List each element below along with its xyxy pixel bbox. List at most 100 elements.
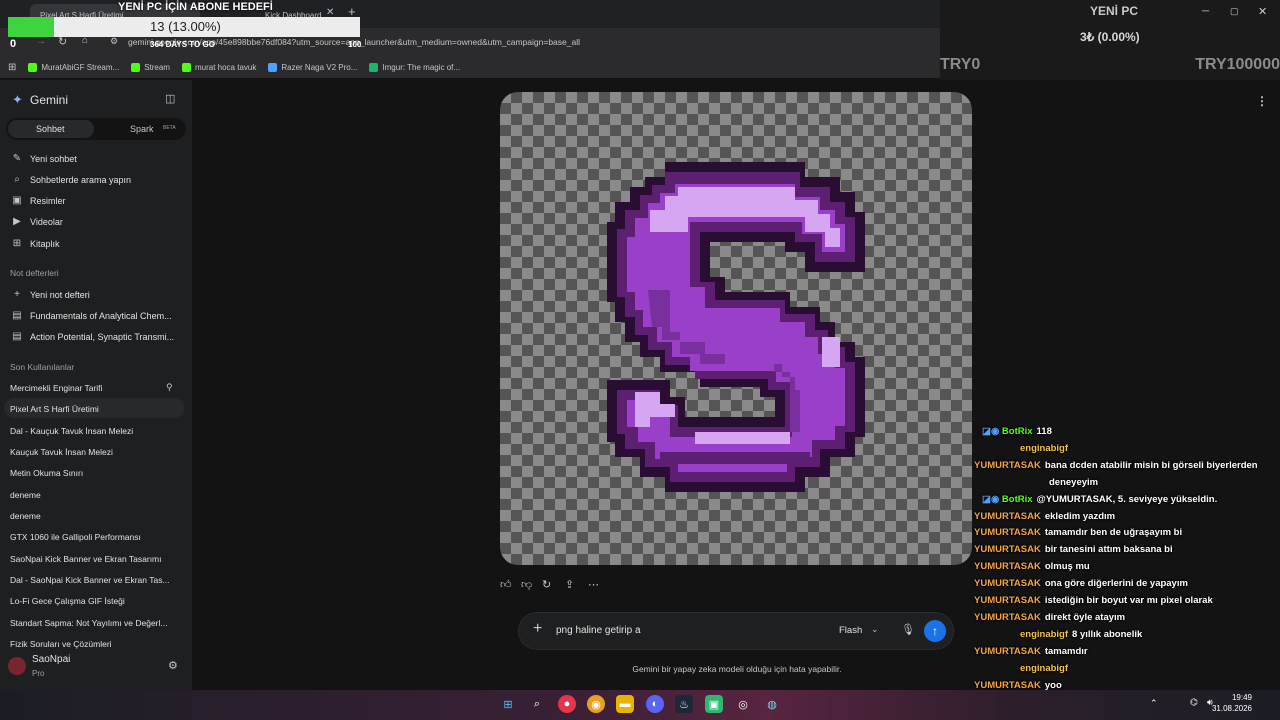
recent-chat-item[interactable]: Mercimekli Enginar Tarifi (10, 383, 102, 393)
chat-username[interactable]: YUMURTASAK (974, 460, 1041, 471)
chat-text: bana dcden atabilir misin bi görseli biy… (1044, 459, 1258, 471)
send-button[interactable]: ↑ (924, 620, 946, 642)
thumbs-down-icon[interactable]: 👎︎ (521, 578, 532, 591)
chat-text: istediğin bir boyut var mı pixel olarak (1044, 595, 1213, 606)
avatar[interactable] (8, 657, 26, 675)
new-chat-button[interactable]: ✎ Yeni sohbet (12, 153, 77, 164)
chat-username[interactable]: enginabigf (1020, 629, 1068, 640)
clock-time: 19:49 (1231, 693, 1252, 702)
chat-username[interactable]: YUMURTASAK (974, 544, 1041, 555)
chat-username[interactable]: YUMURTASAK (974, 612, 1041, 623)
model-selector[interactable]: Flash (839, 625, 862, 636)
search-icon[interactable]: ⌕ (528, 695, 546, 713)
bookmark-item[interactable]: Razer Naga V2 Pro... (268, 62, 357, 72)
recent-chat-item[interactable]: deneme (10, 511, 41, 521)
chat-text: direkt öyle atayım (1044, 611, 1126, 623)
images-button[interactable]: ▣ Resimler (12, 195, 65, 206)
chat-text: tamamdır ben de uğraşayım bi (1044, 527, 1183, 539)
recent-chat-item[interactable]: deneme (10, 490, 41, 500)
chat-username[interactable]: BotRix (1002, 426, 1033, 437)
bookmark-item[interactable]: MuratAbiGF Stream... (28, 62, 119, 72)
chat-username[interactable]: YUMURTASAK (974, 680, 1041, 691)
chat-username[interactable]: YUMURTASAK (974, 646, 1041, 657)
app-title: Gemini (30, 93, 69, 107)
recent-chat-item[interactable]: SaoNpai Kick Banner ve Ekran Tasarımı (10, 554, 162, 564)
donation-title: YENİ PC (1090, 4, 1139, 18)
recent-chat-item[interactable]: Kauçuk Tavuk İnsan Melezi (10, 447, 113, 457)
apps-icon[interactable]: ⊞ (8, 62, 16, 73)
chat-username[interactable]: YUMURTASAK (974, 595, 1041, 606)
recent-chat-item[interactable]: Metin Okuma Sınırı (10, 468, 83, 478)
new-notebook-button[interactable]: + Yeni not defteri (12, 289, 90, 300)
taskbar-clock[interactable]: 19:49 31.08.2026 (1212, 692, 1252, 714)
xbox-icon[interactable]: ▣ (705, 695, 723, 713)
sidebar-toggle-icon[interactable]: ◫ (165, 92, 175, 105)
chat-text: bir tanesini attım baksana bi (1044, 544, 1173, 556)
settings-gear-icon[interactable]: ⚙ (168, 659, 178, 672)
videos-button[interactable]: ▶ Videolar (12, 216, 63, 227)
chat-username[interactable]: YUMURTASAK (974, 578, 1041, 589)
site-info-icon[interactable]: ⚙ (110, 36, 118, 47)
add-attachment-icon[interactable]: + (533, 620, 542, 638)
chat-username[interactable]: enginabigf (1020, 443, 1068, 454)
forward-icon[interactable]: → (36, 36, 46, 47)
chat-username[interactable]: YUMURTASAK (974, 527, 1041, 538)
recent-heading: Son Kullanılanlar (10, 362, 75, 372)
generated-image[interactable] (500, 92, 972, 565)
chat-username[interactable]: BotRix (1002, 494, 1033, 505)
chat-username[interactable]: YUMURTASAK (974, 561, 1041, 572)
recent-chat-item[interactable]: Pixel Art S Harfi Üretimi (10, 404, 99, 414)
recent-chat-item[interactable]: Dal - SaoNpai Kick Banner ve Ekran Tas..… (10, 575, 170, 585)
tray-chevron-icon[interactable]: ⌃ (1150, 698, 1158, 709)
chat-username[interactable]: enginabigf (1020, 663, 1068, 674)
chat-text: 8 yıllık abonelik (1072, 628, 1143, 640)
more-options-icon[interactable]: ⋯ (588, 578, 599, 591)
pixel-s-letter-image (607, 162, 865, 492)
thumbs-up-icon[interactable]: 👍︎ (500, 578, 512, 591)
minimize-icon[interactable]: ─ (1202, 6, 1209, 17)
discord-icon[interactable]: ◐ (646, 695, 664, 713)
file-explorer-icon[interactable]: ▬ (616, 695, 634, 713)
sub-goal-start: 0 (10, 38, 17, 50)
chat-message: YUMURTASAK yoo (974, 680, 1062, 691)
network-icon[interactable]: ⌬ (1190, 697, 1198, 708)
close-window-icon[interactable]: ✕ (1258, 5, 1267, 18)
start-icon[interactable]: ⊞ (499, 695, 517, 713)
recent-chat-item[interactable]: Lo-Fi Gece Çalışma GIF İsteği (10, 596, 125, 606)
recent-chat-item[interactable]: Standart Sapma: Not Yayılımı ve Değerl..… (10, 618, 167, 628)
chat-message: YUMURTASAK tamamdır (974, 646, 1088, 657)
sub-goal-progress: 13 (13.00%) (150, 19, 221, 34)
recent-chat-item[interactable]: Fizik Soruları ve Çözümleri (10, 639, 112, 649)
recent-chat-item[interactable]: GTX 1060 ile Gallipoli Performansı (10, 532, 141, 542)
notebook-icon: ▤ (12, 331, 22, 342)
maximize-icon[interactable]: ▢ (1230, 6, 1239, 17)
library-button[interactable]: ⊞ Kitaplık (12, 238, 60, 249)
steam-icon[interactable]: ♨ (675, 695, 693, 713)
tab-spark[interactable]: Spark (130, 124, 154, 134)
user-name: SaoNpai (32, 654, 71, 665)
more-vert-icon[interactable]: ⋮ (1256, 94, 1268, 108)
prompt-input[interactable]: png haline getirip a (556, 625, 641, 636)
bookmark-item[interactable]: Stream (131, 62, 170, 72)
chat-message: ◪◉ BotRix @YUMURTASAK, 5. seviyeye yüksel… (982, 494, 1217, 505)
chevron-down-icon[interactable]: ⌄ (871, 624, 879, 635)
chat-message: ◪◉ BotRix 118 (982, 426, 1052, 437)
chrome-icon[interactable]: ◉ (587, 695, 605, 713)
tab-sohbet[interactable]: Sohbet (36, 124, 65, 134)
recent-chat-item[interactable]: Dal - Kauçuk Tavuk İnsan Melezi (10, 426, 133, 436)
chat-text: 118 (1036, 426, 1052, 437)
bookmark-item[interactable]: Imgur: The magic of... (369, 62, 460, 72)
share-icon[interactable]: ⇪ (565, 578, 574, 591)
regenerate-icon[interactable]: ↻ (542, 578, 551, 591)
bookmark-item[interactable]: murat hoca tavuk (181, 62, 256, 72)
browser-icon[interactable]: ◍ (763, 695, 781, 713)
bot-badge-icon: ◪◉ (982, 493, 1002, 505)
pin-icon[interactable]: ⚲ (166, 382, 173, 393)
obs-icon[interactable]: ◎ (734, 695, 752, 713)
notebook-item[interactable]: ▤ Action Potential, Synaptic Transmi... (12, 331, 174, 342)
media-player-icon[interactable]: ● (558, 695, 576, 713)
search-chats-button[interactable]: ⌕ Sohbetlerde arama yapın (12, 174, 131, 185)
microphone-icon[interactable]: 🎙︎ (901, 623, 915, 636)
notebook-item[interactable]: ▤ Fundamentals of Analytical Chem... (12, 310, 171, 321)
chat-username[interactable]: YUMURTASAK (974, 511, 1041, 522)
